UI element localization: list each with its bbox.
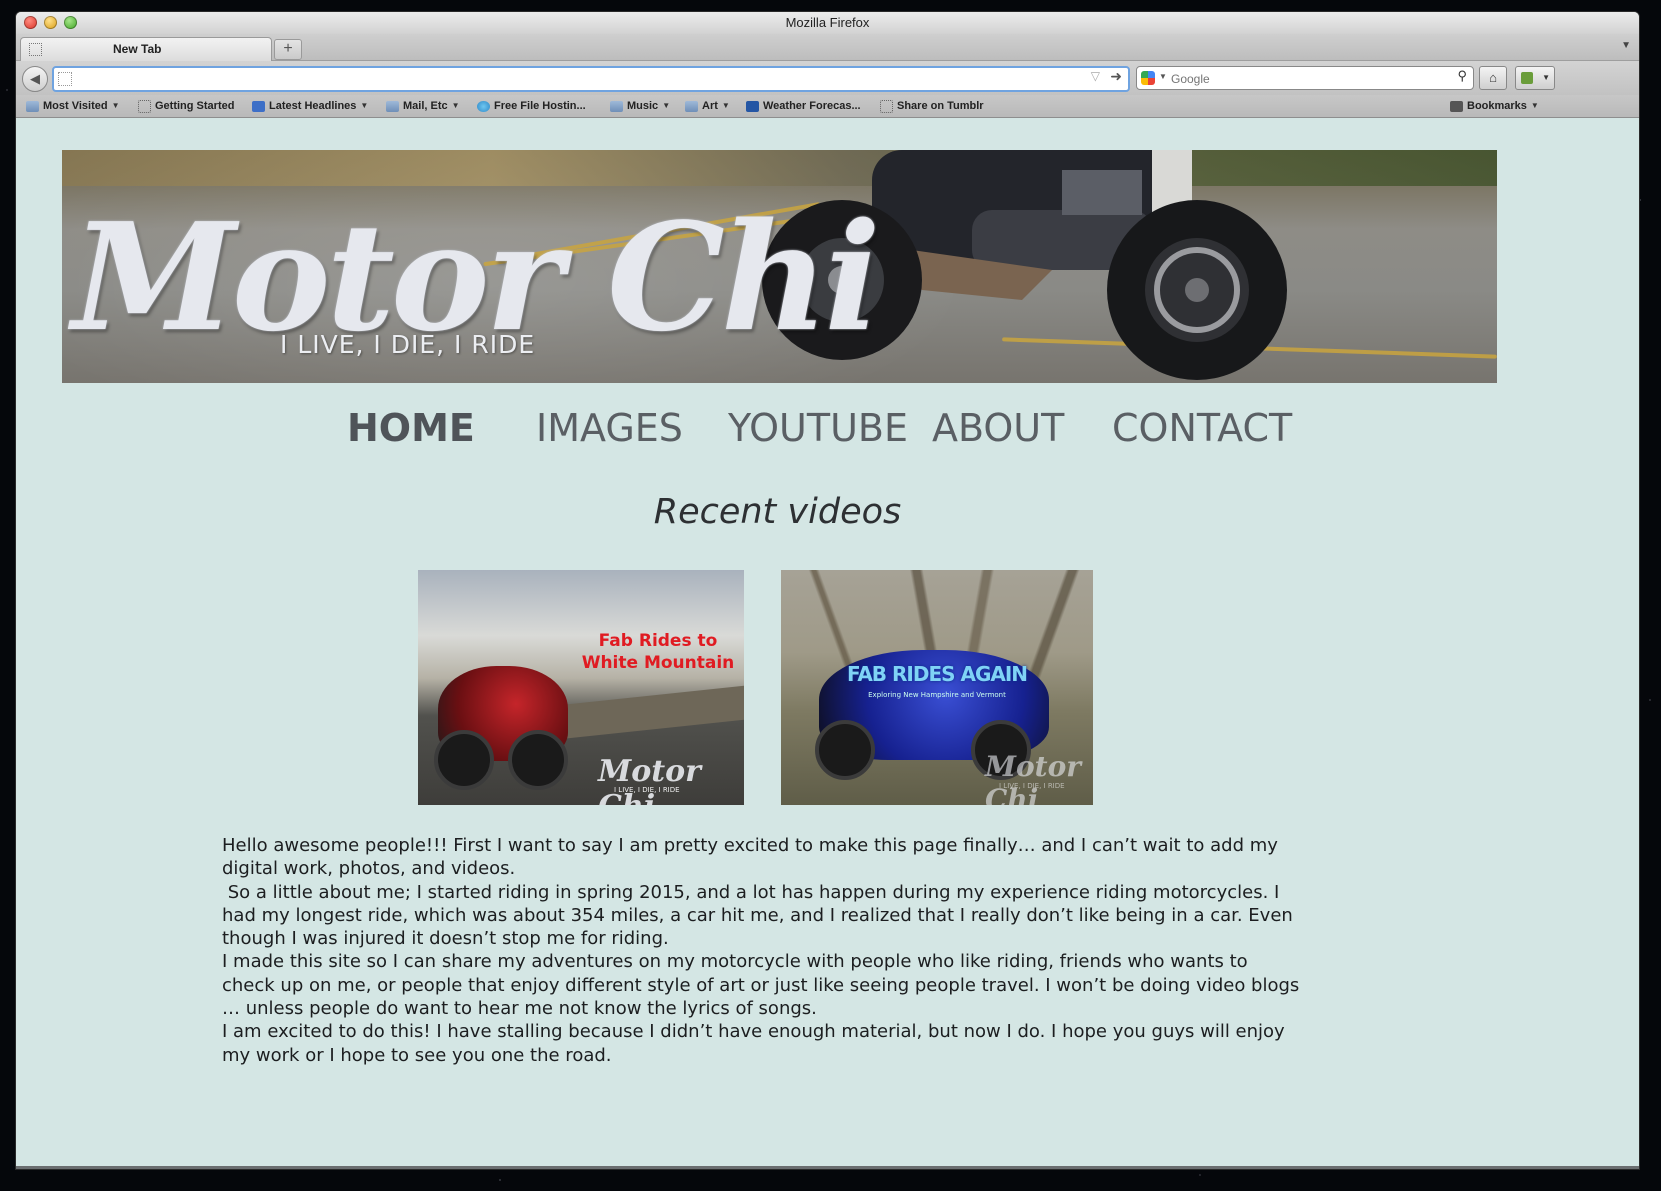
bookmark-label: Mail, Etc — [403, 100, 448, 112]
video-title: FAB RIDES AGAIN — [846, 662, 1028, 686]
rss-icon — [252, 100, 265, 112]
url-bar[interactable]: ▽ ➜ — [52, 66, 1130, 92]
dropdown-caret-icon: ▼ — [451, 101, 460, 110]
home-button[interactable]: ⌂ — [1479, 66, 1507, 90]
bookmark-label: Most Visited — [43, 100, 108, 112]
intro-paragraph: So a little about me; I started riding i… — [222, 881, 1299, 950]
browser-window: Mozilla Firefox New Tab + ▼ ◀ ▽ ➜ ▼ ⚲ ⌂ … — [16, 12, 1639, 1169]
bookmark-share-on-tumblr[interactable]: Share on Tumblr — [880, 98, 984, 114]
nav-about[interactable]: ABOUT — [932, 402, 1064, 454]
intro-paragraph: Hello awesome people!!! First I want to … — [222, 835, 1278, 880]
tab-new-tab[interactable]: New Tab — [20, 37, 272, 61]
minimize-window-button[interactable] — [44, 16, 57, 29]
video-thumbnail[interactable]: FAB RIDES AGAIN Exploring New Hampshire … — [781, 570, 1093, 805]
addon-button[interactable]: ▼ — [1515, 66, 1555, 90]
thumbnail-watermark: Motor Chi — [985, 750, 1082, 805]
search-icon[interactable]: ⚲ — [1457, 68, 1467, 84]
bookmark-label: Music — [627, 100, 659, 112]
video-thumbnail[interactable]: Fab Rides to White Mountain Motor Chi I … — [418, 570, 744, 805]
title-bar: Mozilla Firefox — [16, 12, 1639, 34]
bookmark-label: Share on Tumblr — [897, 100, 984, 112]
google-engine-icon[interactable] — [1141, 71, 1155, 85]
wheel-shape — [434, 730, 494, 790]
url-input[interactable] — [76, 69, 1060, 89]
tab-list-chevron-icon[interactable]: ▼ — [1621, 40, 1631, 51]
bookmark-mail-etc[interactable]: Mail, Etc ▼ — [386, 98, 460, 114]
bookmark-label: Free File Hostin... — [494, 100, 586, 112]
folder-icon — [685, 100, 698, 112]
bookmark-most-visited[interactable]: Most Visited ▼ — [26, 98, 120, 114]
video-title: Fab Rides to White Mountain — [581, 631, 735, 673]
site-nav: HOME IMAGES YOUTUBE ABOUT CONTACT — [16, 402, 1639, 454]
site-identity-icon — [58, 72, 72, 86]
tab-bar: New Tab + ▼ — [16, 34, 1639, 61]
thumbnail-watermark-tagline: I LIVE, I DIE, I RIDE — [614, 786, 680, 794]
folder-icon — [26, 100, 39, 112]
intro-text: Hello awesome people!!! First I want to … — [222, 834, 1302, 1067]
intro-paragraph: I made this site so I can share my adven… — [222, 951, 1300, 1020]
nav-youtube[interactable]: YOUTUBE — [728, 402, 908, 454]
bookmark-latest-headlines[interactable]: Latest Headlines ▼ — [252, 98, 368, 114]
wheel-shape — [508, 730, 568, 790]
window-controls — [24, 16, 77, 29]
folder-icon — [386, 100, 399, 112]
dropdown-caret-icon: ▼ — [360, 101, 369, 110]
weather-icon — [746, 100, 759, 112]
blank-page-icon — [29, 43, 42, 56]
page-content: Motor Chi I LIVE, I DIE, I RIDE HOME IMA… — [16, 118, 1639, 1169]
bookmarks-star-icon — [1450, 100, 1463, 112]
dropdown-caret-icon: ▼ — [111, 101, 120, 110]
wheel-shape — [815, 720, 875, 780]
bookmark-getting-started[interactable]: Getting Started — [138, 98, 234, 114]
search-input[interactable] — [1169, 69, 1443, 89]
engine-dropdown-icon[interactable]: ▼ — [1159, 72, 1167, 81]
thumbnail-watermark-tagline: I LIVE, I DIE, I RIDE — [999, 782, 1065, 790]
bookmark-label: Getting Started — [155, 100, 235, 112]
window-bottom-edge — [16, 1166, 1639, 1169]
tab-label: New Tab — [113, 42, 162, 56]
dropdown-caret-icon: ▼ — [1530, 101, 1539, 110]
close-window-button[interactable] — [24, 16, 37, 29]
bookmark-star-icon[interactable]: ▽ — [1091, 69, 1100, 83]
page-icon — [880, 99, 893, 113]
bookmark-label: Art — [702, 100, 718, 112]
bookmarks-toolbar: Most Visited ▼ Getting Started Latest Hea… — [16, 95, 1639, 118]
dropdown-caret-icon: ▼ — [662, 101, 671, 110]
bookmark-label: Latest Headlines — [269, 100, 357, 112]
section-title: Recent videos — [653, 492, 902, 532]
nav-contact[interactable]: CONTACT — [1112, 402, 1292, 454]
bookmark-label: Weather Forecas... — [763, 100, 861, 112]
bookmark-free-file-hosting[interactable]: Free File Hostin... — [477, 98, 586, 114]
nav-images[interactable]: IMAGES — [536, 402, 683, 454]
intro-paragraph: I am excited to do this! I have stalling… — [222, 1021, 1285, 1066]
addon-icon — [1521, 72, 1533, 84]
addon-dropdown-icon[interactable]: ▼ — [1542, 67, 1550, 89]
bookmarks-menu-label: Bookmarks — [1467, 100, 1527, 112]
site-banner: Motor Chi I LIVE, I DIE, I RIDE — [62, 150, 1497, 383]
go-arrow-icon[interactable]: ➜ — [1110, 68, 1122, 85]
thumbnail-watermark: Motor Chi — [598, 754, 701, 805]
video-subtitle: Exploring New Hampshire and Vermont — [868, 691, 1006, 699]
bookmark-art[interactable]: Art ▼ — [685, 98, 730, 114]
zoom-window-button[interactable] — [64, 16, 77, 29]
bookmarks-menu[interactable]: Bookmarks ▼ — [1450, 98, 1539, 114]
window-title: Mozilla Firefox — [785, 15, 870, 30]
cloud-icon — [477, 100, 490, 112]
navigation-toolbar: ◀ ▽ ➜ ▼ ⚲ ⌂ ▼ — [16, 61, 1639, 95]
search-bar[interactable]: ▼ ⚲ — [1136, 66, 1474, 90]
new-tab-button[interactable]: + — [274, 39, 302, 60]
back-button[interactable]: ◀ — [22, 66, 48, 92]
folder-icon — [610, 100, 623, 112]
page-icon — [138, 99, 151, 113]
bookmark-weather-forecast[interactable]: Weather Forecas... — [746, 98, 861, 114]
dropdown-caret-icon: ▼ — [721, 101, 730, 110]
site-tagline: I LIVE, I DIE, I RIDE — [280, 330, 536, 359]
home-icon: ⌂ — [1489, 70, 1497, 85]
nav-home[interactable]: HOME — [347, 402, 475, 454]
bookmark-music[interactable]: Music ▼ — [610, 98, 670, 114]
